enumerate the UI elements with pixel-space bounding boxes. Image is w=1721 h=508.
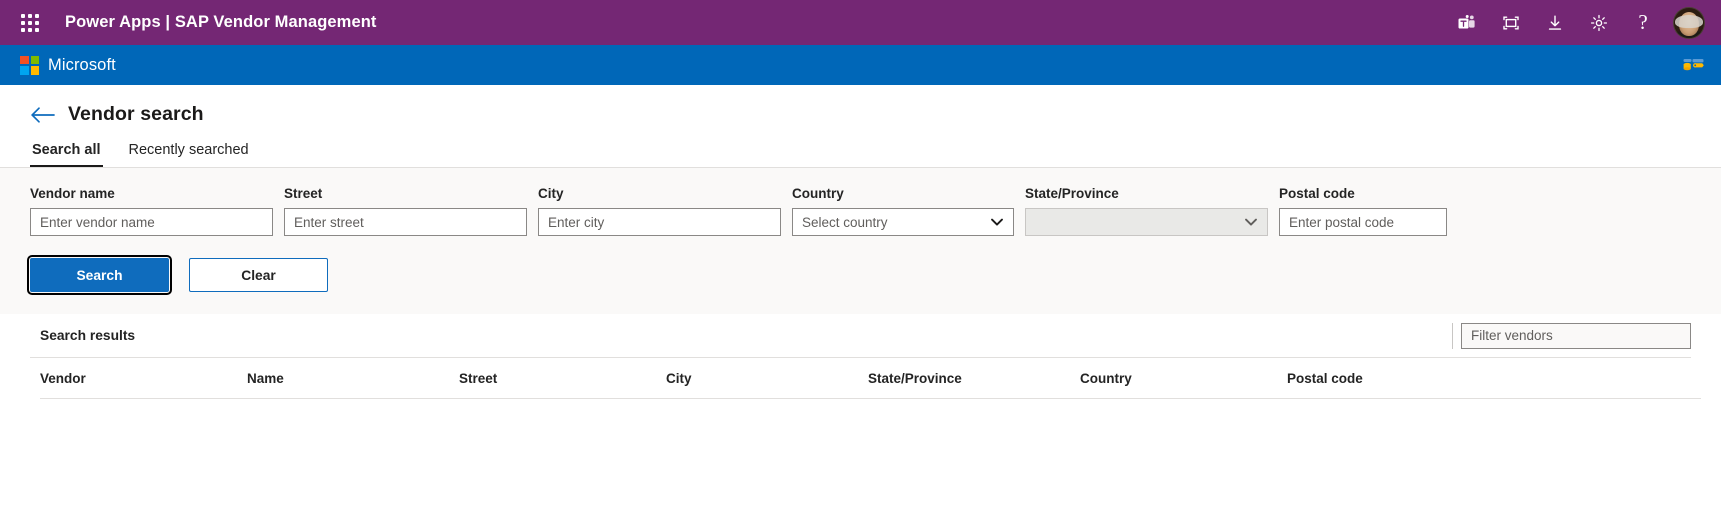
label-state-province: State/Province	[1025, 186, 1119, 201]
microsoft-logo-icon	[20, 55, 39, 75]
app-title: Power Apps | SAP Vendor Management	[65, 13, 377, 31]
label-city: City	[538, 186, 564, 201]
microsoft-brand-bar: Microsoft	[0, 45, 1721, 85]
street-input[interactable]	[284, 208, 527, 236]
app-launcher-icon[interactable]	[10, 3, 50, 43]
results-title: Search results	[40, 328, 136, 343]
top-bar-actions: ?	[1445, 0, 1707, 45]
search-results-section: Search results Vendor Name Street City S…	[0, 314, 1721, 459]
state-province-select-wrapper	[1025, 208, 1268, 236]
app-launcher-grid	[21, 13, 39, 32]
filter-divider	[1452, 322, 1453, 349]
state-province-select[interactable]	[1025, 208, 1268, 236]
page-title: Vendor search	[68, 103, 204, 125]
gear-icon[interactable]	[1577, 0, 1621, 45]
city-input[interactable]	[538, 208, 781, 236]
results-empty-area	[30, 399, 1691, 459]
field-street: Street	[284, 186, 527, 236]
column-header-city[interactable]: City	[666, 358, 868, 399]
search-criteria-panel: Vendor name Street City Country Select c…	[0, 168, 1721, 314]
vendor-name-input[interactable]	[30, 208, 273, 236]
results-table: Vendor Name Street City State/Province C…	[40, 358, 1701, 399]
field-state-province: State/Province	[1025, 186, 1268, 236]
data-connection-icon[interactable]	[1681, 56, 1707, 74]
results-table-head: Vendor Name Street City State/Province C…	[40, 358, 1701, 399]
filter-group	[1452, 322, 1691, 349]
field-postal-code: Postal code	[1279, 186, 1447, 236]
label-country: Country	[792, 186, 844, 201]
country-select-wrapper: Select country	[792, 208, 1014, 236]
page-container: Vendor search Search all Recently search…	[0, 85, 1721, 459]
country-select[interactable]: Select country	[792, 208, 1014, 236]
field-vendor-name: Vendor name	[30, 186, 273, 236]
microsoft-logo[interactable]: Microsoft	[20, 55, 116, 75]
column-header-name[interactable]: Name	[247, 358, 459, 399]
field-city: City	[538, 186, 781, 236]
tab-list: Search all Recently searched	[0, 126, 1721, 167]
search-button[interactable]: Search	[27, 255, 172, 295]
postal-code-input[interactable]	[1279, 208, 1447, 236]
column-header-postal-code[interactable]: Postal code	[1287, 358, 1701, 399]
column-header-state-province[interactable]: State/Province	[868, 358, 1080, 399]
column-header-street[interactable]: Street	[459, 358, 666, 399]
label-street: Street	[284, 186, 323, 201]
label-postal-code: Postal code	[1279, 186, 1355, 201]
field-country: Country Select country	[792, 186, 1014, 236]
results-header: Search results	[30, 314, 1691, 358]
fullscreen-icon[interactable]	[1489, 0, 1533, 45]
help-glyph: ?	[1638, 10, 1648, 34]
tab-search-all[interactable]: Search all	[30, 138, 103, 167]
user-avatar[interactable]	[1673, 6, 1705, 39]
tab-recently-searched[interactable]: Recently searched	[127, 138, 251, 167]
search-actions: Search Clear	[27, 255, 1691, 295]
label-vendor-name: Vendor name	[30, 186, 115, 201]
column-header-country[interactable]: Country	[1080, 358, 1287, 399]
microsoft-wordmark: Microsoft	[48, 55, 116, 74]
teams-icon[interactable]	[1445, 0, 1489, 45]
avatar-hair	[1675, 14, 1703, 28]
clear-button[interactable]: Clear	[189, 258, 328, 292]
download-icon[interactable]	[1533, 0, 1577, 45]
help-icon[interactable]: ?	[1621, 0, 1665, 45]
results-header-row: Vendor Name Street City State/Province C…	[40, 358, 1701, 399]
page-header: Vendor search	[0, 85, 1721, 126]
column-header-vendor[interactable]: Vendor	[40, 358, 247, 399]
search-fields-row: Vendor name Street City Country Select c…	[30, 186, 1691, 236]
filter-vendors-input[interactable]	[1461, 322, 1691, 349]
back-arrow-icon[interactable]	[30, 106, 56, 124]
power-apps-top-bar: Power Apps | SAP Vendor Management ?	[0, 0, 1721, 45]
